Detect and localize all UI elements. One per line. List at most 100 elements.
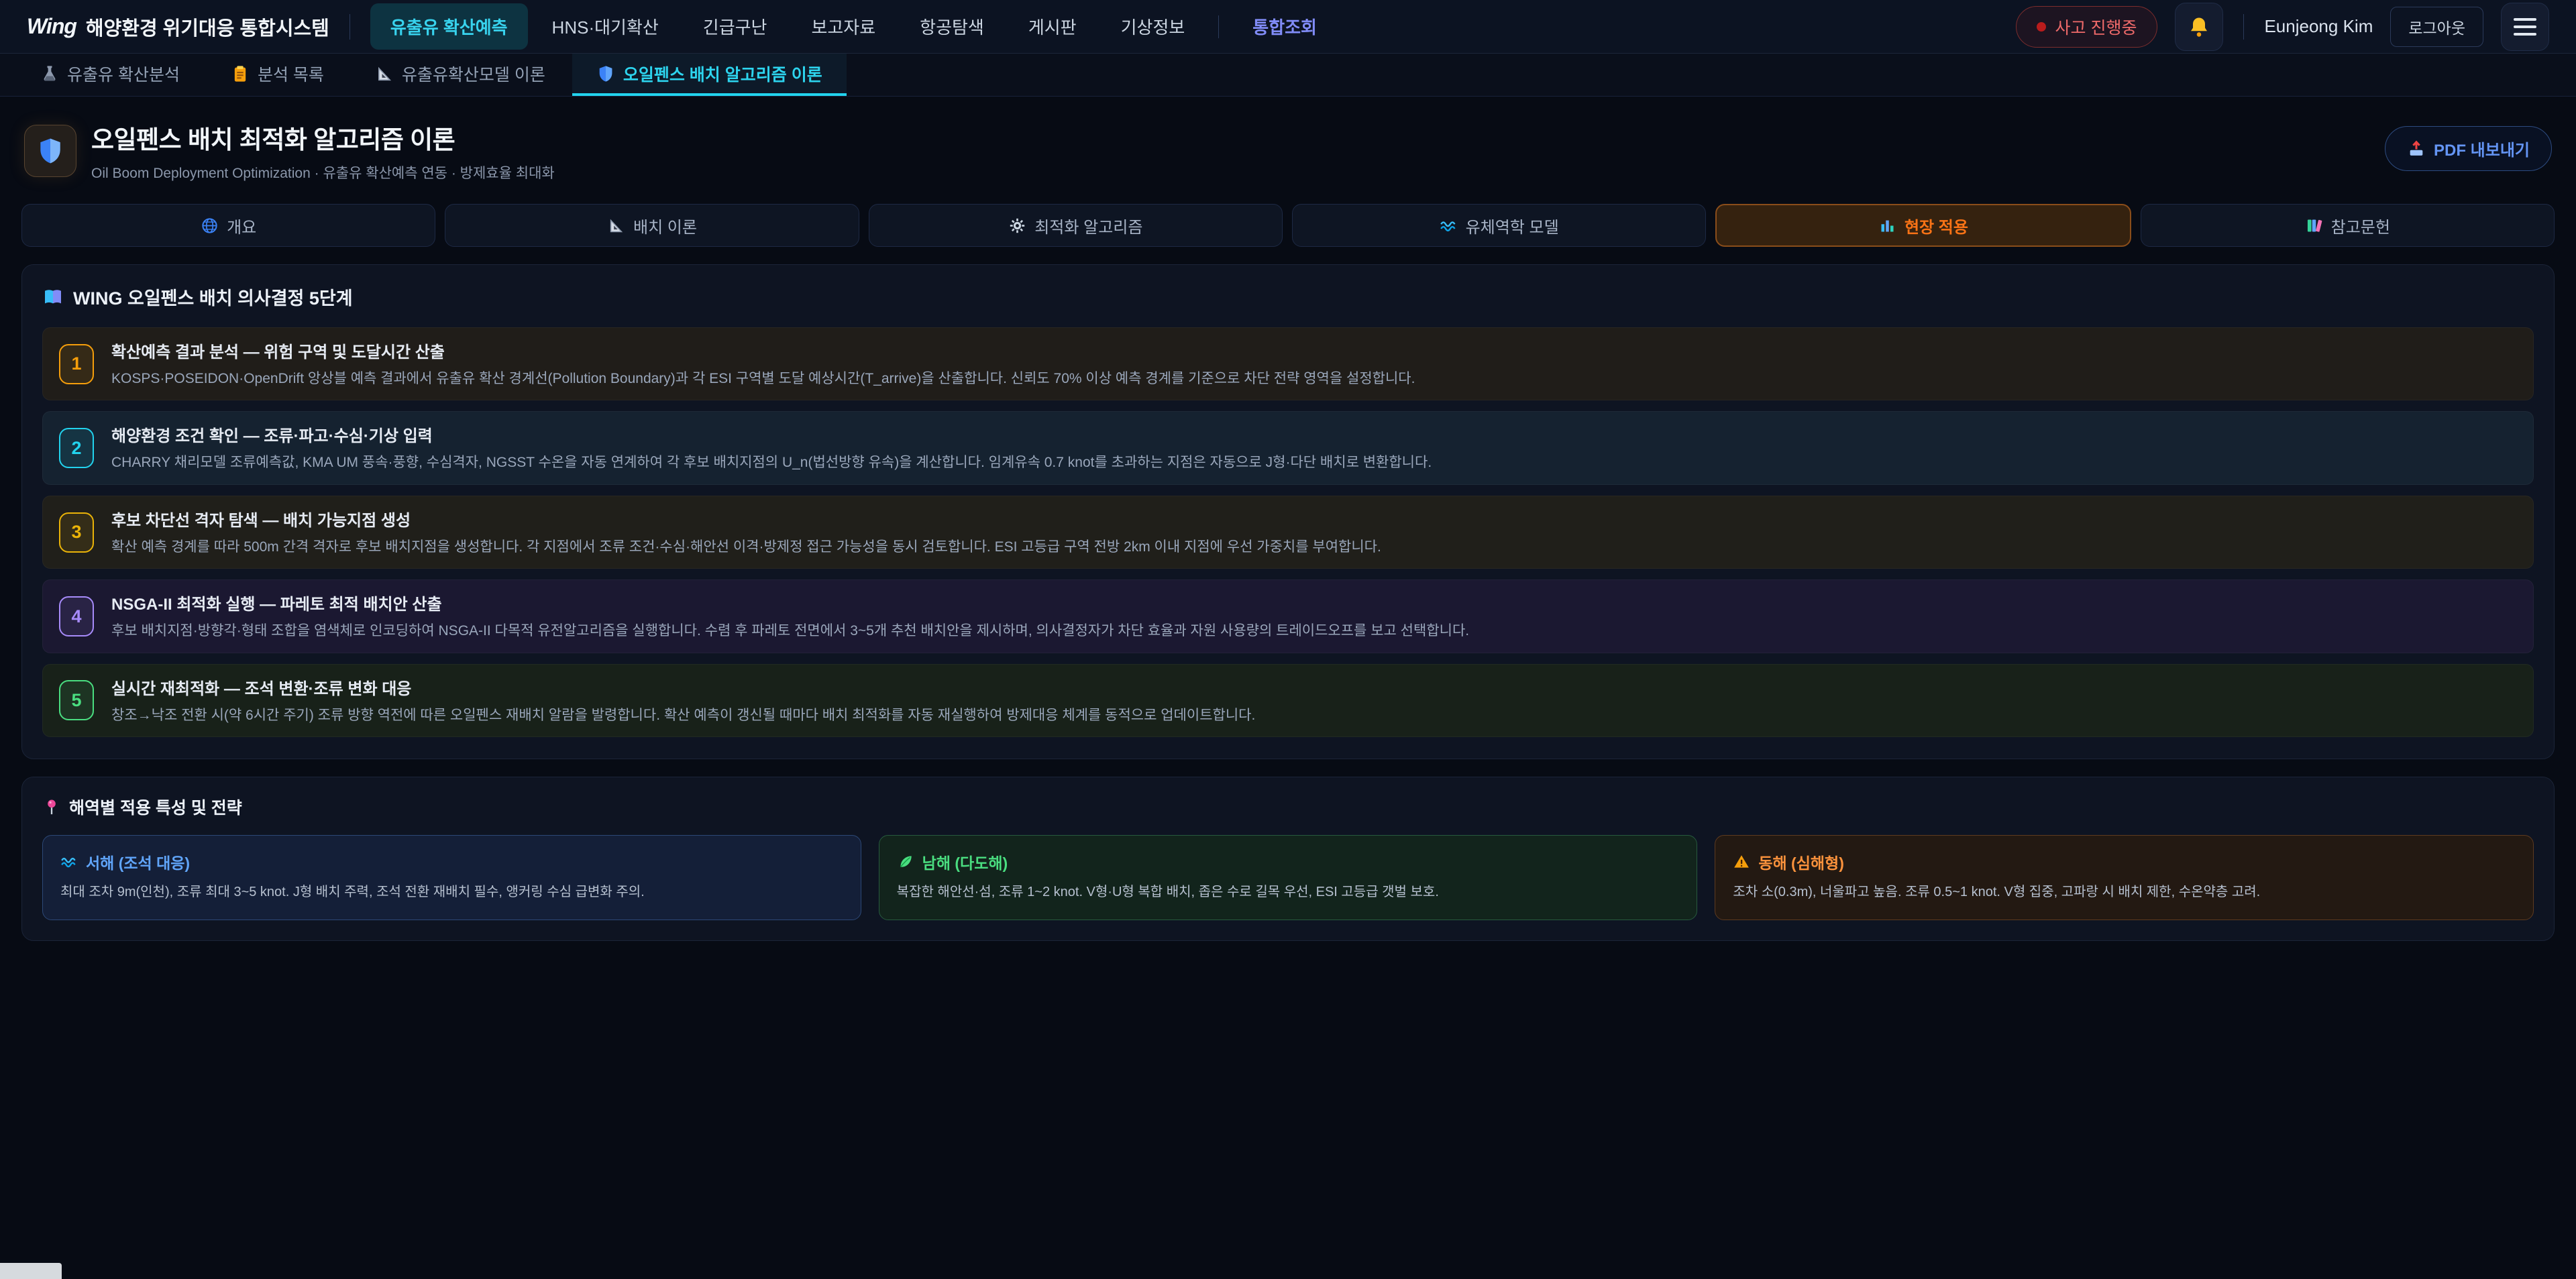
step-number-badge: 5 — [59, 680, 94, 720]
top-header: Wing 해양환경 위기대응 통합시스템 유출유 확산예측 HNS·대기확산 긴… — [0, 0, 2576, 54]
step-title: 해양환경 조건 확인 — 조류·파고·수심·기상 입력 — [111, 423, 1432, 446]
region-card-title: 남해 (다도해) — [922, 850, 1008, 873]
shield-icon — [36, 136, 65, 166]
warning-icon — [1733, 853, 1750, 871]
page-title-group: 오일펜스 배치 최적화 알고리즘 이론 Oil Boom Deployment … — [24, 119, 555, 182]
export-icon — [2407, 140, 2426, 158]
region-card-south-sea: 남해 (다도해) 복잡한 해안선·섬, 조류 1~2 knot. V형·U형 복… — [879, 835, 1698, 920]
page-subtitle: Oil Boom Deployment Optimization · 유출유 확… — [91, 162, 555, 182]
nav-item-reports[interactable]: 보고자료 — [791, 3, 896, 50]
tab-label: 참고문헌 — [2331, 214, 2390, 237]
tab-overview[interactable]: 개요 — [21, 204, 435, 247]
step-number-badge: 3 — [59, 512, 94, 553]
page-title: 오일펜스 배치 최적화 알고리즘 이론 — [91, 119, 555, 156]
menu-button[interactable] — [2501, 3, 2549, 51]
nav-item-oil-spill-prediction[interactable]: 유출유 확산예측 — [370, 3, 528, 50]
triangle-ruler-icon — [607, 217, 625, 235]
app-title: 해양환경 위기대응 통합시스템 — [86, 13, 329, 41]
open-book-icon — [42, 286, 64, 308]
header-right-group: 사고 진행중 Eunjeong Kim 로그아웃 — [2016, 3, 2549, 51]
tab-label: 유체역학 모델 — [1466, 214, 1559, 237]
step-title: 후보 차단선 격자 탐색 — 배치 가능지점 생성 — [111, 507, 1381, 531]
tab-label: 현장 적용 — [1904, 214, 1968, 237]
wave-icon — [1440, 217, 1458, 235]
tab-field-application[interactable]: 현장 적용 — [1715, 204, 2131, 247]
wave-icon — [60, 853, 78, 871]
step-text-group: 확산예측 결과 분석 — 위험 구역 및 도달시간 산출 KOSPS·POSEI… — [111, 339, 1415, 389]
pin-icon — [42, 797, 61, 816]
decision-panel-title: WING 오일펜스 배치 의사결정 5단계 — [73, 284, 353, 310]
region-panel-title: 해역별 적용 특성 및 전략 — [69, 795, 242, 819]
region-card-east-sea: 동해 (심해형) 조차 소(0.3m), 너울파고 높음. 조류 0.5~1 k… — [1715, 835, 2534, 920]
flask-icon — [40, 64, 59, 83]
subtab-analysis-list[interactable]: 분석 목록 — [207, 54, 348, 96]
subtab-spill-analysis[interactable]: 유출유 확산분석 — [16, 54, 204, 96]
subtab-oil-boom-algorithm-theory[interactable]: 오일펜스 배치 알고리즘 이론 — [572, 54, 847, 96]
tab-label: 최적화 알고리즘 — [1034, 214, 1142, 237]
page-icon-box — [24, 125, 76, 177]
region-card-title-row: 서해 (조석 대응) — [60, 850, 843, 873]
clipboard-icon — [231, 64, 250, 83]
step-title: 실시간 재최적화 — 조석 변환·조류 변화 대응 — [111, 675, 1255, 699]
decision-step-1: 1 확산예측 결과 분석 — 위험 구역 및 도달시간 산출 KOSPS·POS… — [42, 327, 2534, 400]
region-card-title-row: 동해 (심해형) — [1733, 850, 2516, 873]
region-card-title: 서해 (조석 대응) — [86, 850, 190, 873]
tab-deployment-theory[interactable]: 배치 이론 — [445, 204, 859, 247]
region-card-description: 최대 조차 9m(인천), 조류 최대 3~5 knot. J형 배치 주력, … — [60, 883, 843, 902]
region-panel-header: 해역별 적용 특성 및 전략 — [42, 795, 2534, 819]
nav-item-weather-info[interactable]: 기상정보 — [1101, 3, 1205, 50]
subtab-label: 유출유 확산분석 — [67, 62, 180, 86]
page-header: 오일펜스 배치 최적화 알고리즘 이론 Oil Boom Deployment … — [0, 97, 2576, 189]
region-strategy-panel: 해역별 적용 특성 및 전략 서해 (조석 대응) 최대 조차 9m(인천), … — [21, 777, 2555, 941]
nav-item-emergency-rescue[interactable]: 긴급구난 — [683, 3, 788, 50]
decision-step-3: 3 후보 차단선 격자 탐색 — 배치 가능지점 생성 확산 예측 경계를 따라… — [42, 496, 2534, 569]
step-title: 확산예측 결과 분석 — 위험 구역 및 도달시간 산출 — [111, 339, 1415, 362]
subtab-diffusion-model-theory[interactable]: 유출유확산모델 이론 — [351, 54, 570, 96]
nav-item-board[interactable]: 게시판 — [1008, 3, 1097, 50]
region-card-description: 조차 소(0.3m), 너울파고 높음. 조류 0.5~1 knot. V형 집… — [1733, 883, 2516, 902]
nav-item-integrated-search[interactable]: 통합조회 — [1232, 3, 1337, 50]
incident-status-badge: 사고 진행중 — [2016, 6, 2158, 48]
leaf-icon — [897, 853, 914, 871]
decision-step-4: 4 NSGA-II 최적화 실행 — 파레토 최적 배치안 산출 후보 배치지점… — [42, 579, 2534, 653]
decision-steps-panel: WING 오일펜스 배치 의사결정 5단계 1 확산예측 결과 분석 — 위험 … — [21, 264, 2555, 759]
subtab-label: 유출유확산모델 이론 — [402, 62, 545, 86]
step-text-group: NSGA-II 최적화 실행 — 파레토 최적 배치안 산출 후보 배치지점·방… — [111, 591, 1469, 641]
step-number-badge: 4 — [59, 596, 94, 636]
bar-chart-icon — [1878, 217, 1896, 235]
step-number-badge: 2 — [59, 428, 94, 468]
region-card-title-row: 남해 (다도해) — [897, 850, 1680, 873]
bottom-left-artifact — [0, 1263, 62, 1279]
subtab-label: 분석 목록 — [258, 62, 324, 86]
nav-item-aerial-search[interactable]: 항공탐색 — [900, 3, 1004, 50]
nav-divider — [1218, 15, 1219, 38]
tab-label: 배치 이론 — [633, 214, 697, 237]
main-nav: 유출유 확산예측 HNS·대기확산 긴급구난 보고자료 항공탐색 게시판 기상정… — [370, 3, 1337, 50]
tab-label: 개요 — [227, 214, 256, 237]
section-tab-bar: 개요 배치 이론 최적화 알고리즘 유체역학 모델 — [21, 204, 2555, 247]
header-divider — [2243, 14, 2244, 40]
tab-optimization-algorithm[interactable]: 최적화 알고리즘 — [869, 204, 1283, 247]
step-text-group: 해양환경 조건 확인 — 조류·파고·수심·기상 입력 CHARRY 채리모델 … — [111, 423, 1432, 473]
step-text-group: 실시간 재최적화 — 조석 변환·조류 변화 대응 창조→낙조 전환 시(약 6… — [111, 675, 1255, 726]
logo-mark: Wing — [27, 14, 76, 39]
step-text-group: 후보 차단선 격자 탐색 — 배치 가능지점 생성 확산 예측 경계를 따라 5… — [111, 507, 1381, 557]
step-description: CHARRY 채리모델 조류예측값, KMA UM 풍속·풍향, 수심격자, N… — [111, 453, 1432, 473]
status-dot-icon — [2037, 22, 2046, 32]
step-description: 창조→낙조 전환 시(약 6시간 주기) 조류 방향 역전에 따른 오일펜스 재… — [111, 706, 1255, 726]
tab-references[interactable]: 참고문헌 — [2141, 204, 2555, 247]
page-title-text-group: 오일펜스 배치 최적화 알고리즘 이론 Oil Boom Deployment … — [91, 119, 555, 182]
books-icon — [2305, 217, 2323, 235]
region-card-title: 동해 (심해형) — [1758, 850, 1844, 873]
hamburger-menu-icon — [2514, 18, 2536, 36]
nav-item-hns-atmospheric[interactable]: HNS·대기확산 — [532, 3, 679, 50]
bell-icon — [2187, 15, 2211, 39]
tab-hydrodynamic-model[interactable]: 유체역학 모델 — [1292, 204, 1706, 247]
subtab-label: 오일펜스 배치 알고리즘 이론 — [623, 62, 822, 86]
decision-step-2: 2 해양환경 조건 확인 — 조류·파고·수심·기상 입력 CHARRY 채리모… — [42, 411, 2534, 484]
pdf-export-button[interactable]: PDF 내보내기 — [2385, 126, 2552, 171]
decision-steps-list: 1 확산예측 결과 분석 — 위험 구역 및 도달시간 산출 KOSPS·POS… — [42, 327, 2534, 737]
region-card-description: 복잡한 해안선·섬, 조류 1~2 knot. V형·U형 복합 배치, 좁은 … — [897, 883, 1680, 902]
notification-button[interactable] — [2175, 3, 2223, 51]
logout-button[interactable]: 로그아웃 — [2390, 7, 2483, 47]
